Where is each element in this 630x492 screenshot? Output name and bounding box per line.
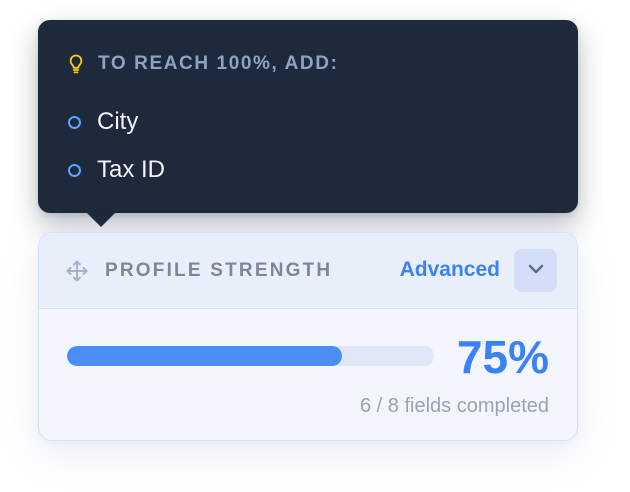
progress-bar: [67, 346, 434, 366]
move-icon[interactable]: [65, 259, 89, 283]
profile-strength-widget: TO REACH 100%, ADD: City Tax ID PROFILE …: [0, 0, 630, 492]
list-item-tax-id: Tax ID: [68, 146, 165, 194]
profile-strength-card: PROFILE STRENGTH Advanced 75% 6 / 8 fiel…: [38, 232, 578, 441]
progress-bar-fill: [67, 346, 343, 366]
fields-completed-text: 6 / 8 fields completed: [360, 395, 549, 417]
strength-percentage: 75%: [456, 331, 549, 383]
card-header: PROFILE STRENGTH Advanced: [39, 233, 577, 309]
missing-fields-list: City Tax ID: [68, 98, 165, 194]
advanced-mode-link[interactable]: Advanced: [400, 258, 500, 282]
circle-bullet-icon: [68, 115, 81, 129]
list-item-label: City: [97, 108, 139, 135]
chevron-down-icon: [527, 262, 545, 280]
completion-tooltip: TO REACH 100%, ADD: City Tax ID: [38, 20, 578, 227]
list-item-city: City: [68, 98, 165, 146]
list-item-label: Tax ID: [97, 156, 166, 183]
tooltip-title: TO REACH 100%, ADD:: [98, 53, 339, 74]
circle-bullet-icon: [68, 163, 81, 177]
expand-toggle-button[interactable]: [514, 249, 557, 292]
tooltip-arrow: [86, 212, 116, 227]
card-title: PROFILE STRENGTH: [105, 260, 333, 281]
tooltip-header: TO REACH 100%, ADD:: [68, 53, 339, 75]
lightbulb-icon: [68, 53, 84, 75]
